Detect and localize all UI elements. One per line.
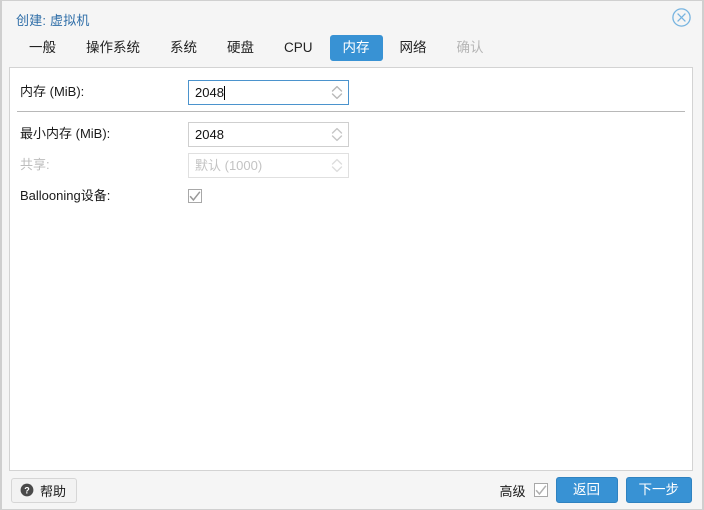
shares-input: 默认 (1000) — [188, 152, 349, 178]
page-title: 创建: 虚拟机 — [16, 13, 90, 28]
section-divider — [17, 111, 685, 112]
memory-spinner-arrows[interactable] — [326, 81, 348, 104]
form-row-shares: 共享: 默认 (1000) — [10, 152, 692, 178]
text-cursor — [223, 85, 225, 100]
checkmark-icon — [189, 191, 201, 202]
next-button[interactable]: 下一步 — [625, 477, 692, 503]
tab-memory[interactable]: 内存 — [329, 35, 383, 61]
form-row-memory: 内存 (MiB): 2048 — [10, 79, 692, 105]
advanced-checkbox[interactable] — [533, 483, 548, 497]
close-circle-icon — [672, 8, 691, 27]
shares-label: 共享: — [20, 157, 50, 172]
spinner-updown-icon — [331, 127, 343, 141]
wizard-tabs: 一般 操作系统 系统 硬盘 CPU 内存 网络 确认 — [2, 35, 702, 67]
help-button-label: 帮助 — [40, 483, 67, 499]
min-memory-input-value: 2048 — [195, 126, 224, 142]
create-vm-dialog: 创建: 虚拟机 一般 操作系统 系统 硬盘 CPU 内存 网络 确认 内存 (M… — [0, 0, 704, 510]
tab-confirm: 确认 — [456, 40, 484, 55]
form-row-min-memory: 最小内存 (MiB): 2048 — [10, 121, 692, 147]
back-button[interactable]: 返回 — [555, 477, 618, 503]
min-memory-input[interactable]: 2048 — [188, 121, 349, 147]
svg-text:?: ? — [24, 485, 30, 495]
min-memory-spinner-arrows[interactable] — [326, 123, 348, 146]
tab-os[interactable]: 操作系统 — [73, 35, 153, 61]
shares-spinner-arrows — [326, 154, 348, 177]
close-icon[interactable] — [671, 7, 692, 28]
checkmark-icon — [535, 485, 546, 496]
spinner-updown-icon — [331, 158, 343, 172]
help-button[interactable]: ? 帮助 — [11, 477, 78, 503]
memory-input-value: 2048 — [195, 84, 225, 100]
dialog-footer: ? 帮助 高级 返回 下一步 — [2, 471, 702, 509]
tab-network[interactable]: 网络 — [387, 35, 440, 61]
ballooning-label: Ballooning设备: — [20, 188, 111, 203]
tab-disks[interactable]: 硬盘 — [214, 35, 267, 61]
advanced-label: 高级 — [499, 483, 526, 499]
min-memory-label: 最小内存 (MiB): — [20, 126, 111, 141]
spinner-updown-icon — [331, 85, 343, 99]
memory-label: 内存 (MiB): — [20, 84, 85, 99]
form-row-ballooning: Ballooning设备: — [10, 183, 692, 209]
dialog-titlebar: 创建: 虚拟机 — [2, 1, 702, 35]
ballooning-checkbox[interactable] — [188, 189, 202, 203]
memory-form-panel: 内存 (MiB): 2048 最小内存 (MiB): 2048 共享: 默认 (… — [9, 67, 693, 471]
tab-system[interactable]: 系统 — [157, 35, 210, 61]
tab-cpu[interactable]: CPU — [271, 35, 326, 61]
footer-actions: 高级 返回 下一步 — [499, 477, 692, 503]
tab-general[interactable]: 一般 — [16, 35, 69, 61]
question-circle-icon: ? — [20, 483, 34, 497]
memory-input[interactable]: 2048 — [188, 79, 349, 105]
shares-input-placeholder: 默认 (1000) — [195, 157, 263, 173]
